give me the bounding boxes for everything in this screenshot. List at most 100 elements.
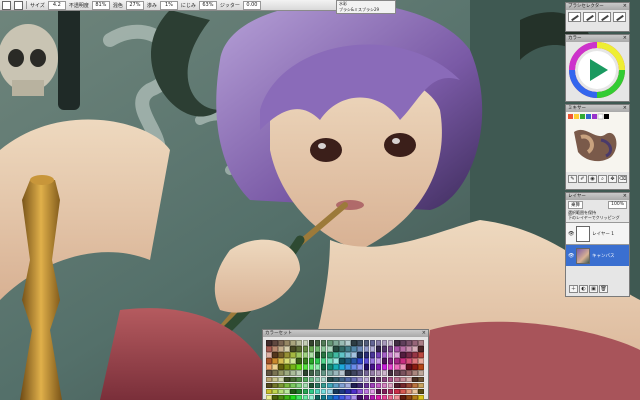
color-swatch[interactable]	[272, 364, 278, 370]
color-swatch[interactable]	[351, 358, 357, 364]
color-swatch[interactable]	[400, 382, 406, 389]
color-swatch[interactable]	[406, 340, 412, 346]
color-swatch[interactable]	[266, 388, 272, 395]
color-swatch[interactable]	[308, 370, 315, 377]
color-swatch[interactable]	[369, 364, 376, 370]
color-swatch[interactable]	[284, 352, 290, 358]
color-swatch[interactable]	[351, 364, 357, 370]
color-swatch[interactable]	[369, 340, 376, 346]
color-swatch[interactable]	[296, 382, 303, 389]
color-swatch[interactable]	[284, 358, 290, 364]
color-swatch[interactable]	[266, 340, 272, 346]
color-swatch[interactable]	[357, 394, 363, 400]
color-swatch[interactable]	[326, 346, 333, 352]
color-swatch[interactable]	[418, 394, 424, 400]
color-swatch[interactable]	[400, 376, 406, 383]
color-swatch[interactable]	[272, 358, 278, 364]
color-swatch[interactable]	[351, 376, 357, 383]
color-swatch[interactable]	[412, 388, 418, 395]
color-swatch[interactable]	[314, 394, 321, 400]
color-swatch[interactable]	[381, 364, 388, 370]
color-swatch[interactable]	[333, 352, 339, 358]
color-swatch[interactable]	[406, 376, 412, 383]
color-swatch[interactable]	[284, 364, 290, 370]
color-swatch[interactable]	[278, 352, 284, 358]
color-swatch[interactable]	[339, 364, 345, 370]
color-swatch[interactable]	[400, 340, 406, 346]
color-swatch[interactable]	[272, 394, 278, 400]
color-swatch[interactable]	[320, 394, 327, 400]
color-swatch[interactable]	[320, 370, 327, 377]
close-icon[interactable]: ×	[623, 105, 627, 112]
color-swatch[interactable]	[333, 358, 339, 364]
color-swatch[interactable]	[351, 370, 357, 377]
color-swatch[interactable]	[357, 376, 363, 383]
color-swatch[interactable]	[308, 376, 315, 383]
color-swatch[interactable]	[400, 370, 406, 377]
color-swatch[interactable]	[369, 358, 376, 364]
color-swatch[interactable]	[351, 346, 357, 352]
color-swatch[interactable]	[351, 340, 357, 346]
color-swatch[interactable]	[418, 382, 424, 389]
color-swatch[interactable]	[387, 376, 394, 383]
color-swatch[interactable]	[302, 358, 309, 364]
new-layer-icon[interactable]: ＋	[569, 285, 578, 293]
color-swatch[interactable]	[296, 352, 303, 358]
color-swatch[interactable]	[302, 388, 309, 395]
color-swatch[interactable]	[369, 376, 376, 383]
layer-opacity-field[interactable]: 100%	[608, 201, 627, 209]
swatch-grid[interactable]	[266, 340, 424, 400]
color-swatch[interactable]	[320, 346, 327, 352]
color-swatch[interactable]	[326, 382, 333, 389]
color-swatch[interactable]	[357, 340, 363, 346]
color-swatch[interactable]	[412, 352, 418, 358]
color-swatch[interactable]	[412, 358, 418, 364]
color-swatch[interactable]	[381, 388, 388, 395]
mask-icon[interactable]: ◐	[579, 285, 588, 293]
color-swatch[interactable]	[320, 358, 327, 364]
color-swatch[interactable]	[406, 388, 412, 395]
color-swatch[interactable]	[326, 352, 333, 358]
color-swatch[interactable]	[345, 346, 351, 352]
color-swatch[interactable]	[339, 358, 345, 364]
color-swatch[interactable]	[381, 358, 388, 364]
brush-selector[interactable]: 水彩 ブラシ&ミスブラシ29	[336, 0, 396, 14]
color-swatch[interactable]	[308, 382, 315, 389]
color-swatch[interactable]	[387, 370, 394, 377]
color-swatch[interactable]	[333, 388, 339, 395]
color-swatch[interactable]	[351, 382, 357, 389]
color-swatch[interactable]	[272, 382, 278, 389]
color-swatch[interactable]	[351, 352, 357, 358]
color-swatch[interactable]	[296, 340, 303, 346]
color-swatch[interactable]	[290, 382, 296, 389]
color-swatch[interactable]	[290, 364, 296, 370]
color-swatch[interactable]	[339, 370, 345, 377]
color-swatch[interactable]	[278, 364, 284, 370]
color-swatch[interactable]	[339, 382, 345, 389]
color-swatch[interactable]	[314, 346, 321, 352]
color-swatch[interactable]	[333, 364, 339, 370]
opacity-field[interactable]: 81%	[91, 0, 110, 10]
color-swatch[interactable]	[363, 382, 370, 389]
color-swatch[interactable]	[363, 346, 370, 352]
color-swatch[interactable]	[278, 382, 284, 389]
color-swatch[interactable]	[412, 394, 418, 400]
color-swatch[interactable]	[320, 340, 327, 346]
color-swatch[interactable]	[393, 376, 400, 383]
color-swatch[interactable]	[363, 340, 370, 346]
color-swatch[interactable]	[296, 346, 303, 352]
color-swatch[interactable]	[302, 346, 309, 352]
color-swatch[interactable]	[381, 370, 388, 377]
color-swatch[interactable]	[412, 340, 418, 346]
color-swatch[interactable]	[375, 346, 382, 352]
color-swatch[interactable]	[339, 352, 345, 358]
color-swatch[interactable]	[284, 340, 290, 346]
color-swatch[interactable]	[400, 364, 406, 370]
mixer-pad[interactable]	[566, 112, 629, 172]
color-swatch[interactable]	[314, 364, 321, 370]
color-swatch[interactable]	[375, 358, 382, 364]
color-swatch[interactable]	[357, 370, 363, 377]
color-swatch[interactable]	[284, 388, 290, 395]
close-icon[interactable]: ×	[623, 3, 627, 10]
color-swatch[interactable]	[339, 394, 345, 400]
